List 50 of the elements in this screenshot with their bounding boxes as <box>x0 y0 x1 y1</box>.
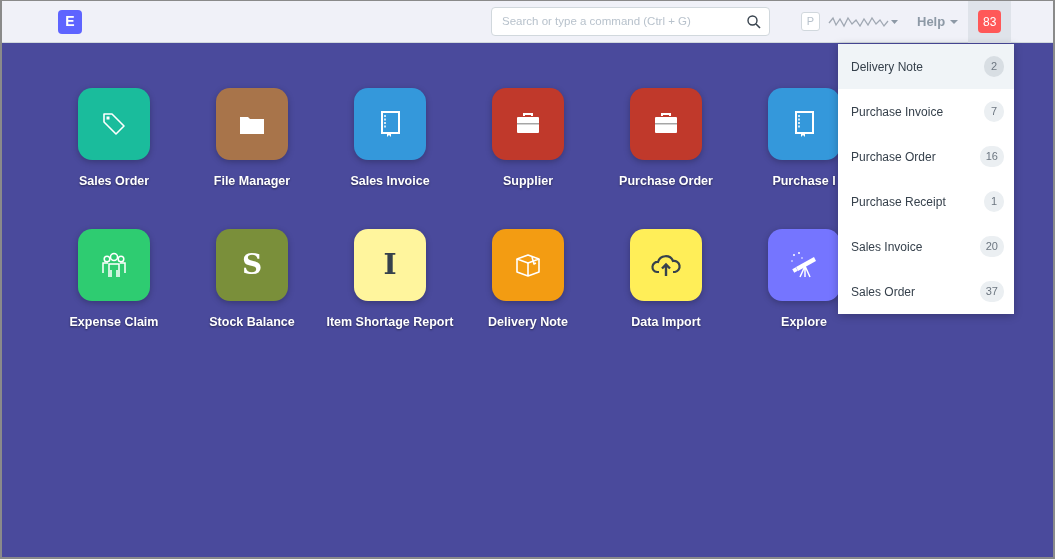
tile-letter: I <box>383 246 397 283</box>
module-tile[interactable] <box>768 228 840 301</box>
notification-item[interactable]: Purchase Invoice 7 <box>838 89 1014 134</box>
module-tile[interactable] <box>768 88 840 160</box>
module-label[interactable]: Stock Balance <box>209 312 295 332</box>
module-tile[interactable] <box>630 88 702 160</box>
module-tile[interactable] <box>354 88 426 160</box>
search-icon <box>747 14 761 29</box>
module-label[interactable]: Item Shortage Report <box>326 312 454 332</box>
module-label[interactable]: Purchase Order <box>619 172 713 191</box>
item-count: 1 <box>984 191 1004 212</box>
module-label[interactable]: Sales Order <box>78 172 150 191</box>
notification-item[interactable]: Purchase Receipt 1 <box>838 179 1014 224</box>
module-label[interactable]: Delivery Note <box>488 312 568 332</box>
notification-item[interactable]: Sales Order 37 <box>838 269 1014 314</box>
notification-item[interactable]: Delivery Note 2 <box>838 44 1014 89</box>
item-count: 16 <box>979 146 1004 167</box>
module-tile[interactable] <box>216 88 288 160</box>
item-count: 37 <box>979 281 1004 302</box>
module-label[interactable]: Data Import <box>631 312 701 332</box>
search-input[interactable]: Search or type a command (Ctrl + G) <box>500 11 747 32</box>
module-label[interactable]: Expense Claim <box>69 312 159 332</box>
module-label[interactable]: Sales Invoice <box>350 172 430 191</box>
item-label: Purchase Invoice <box>851 103 944 121</box>
item-label: Sales Order <box>851 283 916 301</box>
module-label[interactable]: Purchase I <box>772 172 836 191</box>
item-label: Sales Invoice <box>851 238 923 256</box>
tile-letter: S <box>241 246 263 283</box>
notification-item[interactable]: Purchase Order 16 <box>838 134 1014 179</box>
item-label: Delivery Note <box>851 58 924 76</box>
module-tile[interactable] <box>78 228 150 301</box>
module-tile[interactable]: S <box>216 228 288 301</box>
module-tile[interactable]: I <box>354 228 426 301</box>
module-tile[interactable] <box>492 88 564 160</box>
module-tile[interactable] <box>492 228 564 301</box>
module-label[interactable]: Explore <box>781 312 827 332</box>
notification-item[interactable]: Sales Invoice 20 <box>838 224 1014 269</box>
item-count: 2 <box>984 56 1004 77</box>
item-label: Purchase Receipt <box>851 193 946 211</box>
module-tile[interactable] <box>78 88 150 160</box>
item-count: 7 <box>984 101 1004 122</box>
caret-icon[interactable] <box>891 19 898 24</box>
module-label[interactable]: File Manager <box>213 172 291 191</box>
caret-icon <box>950 19 959 24</box>
item-count: 20 <box>979 236 1004 257</box>
item-label: Purchase Order <box>851 148 936 166</box>
search-box[interactable]: Search or type a command (Ctrl + G) <box>491 7 770 36</box>
app-logo[interactable]: E <box>58 9 82 34</box>
module-tile[interactable] <box>630 228 702 301</box>
module-label[interactable]: Supplier <box>503 172 553 191</box>
